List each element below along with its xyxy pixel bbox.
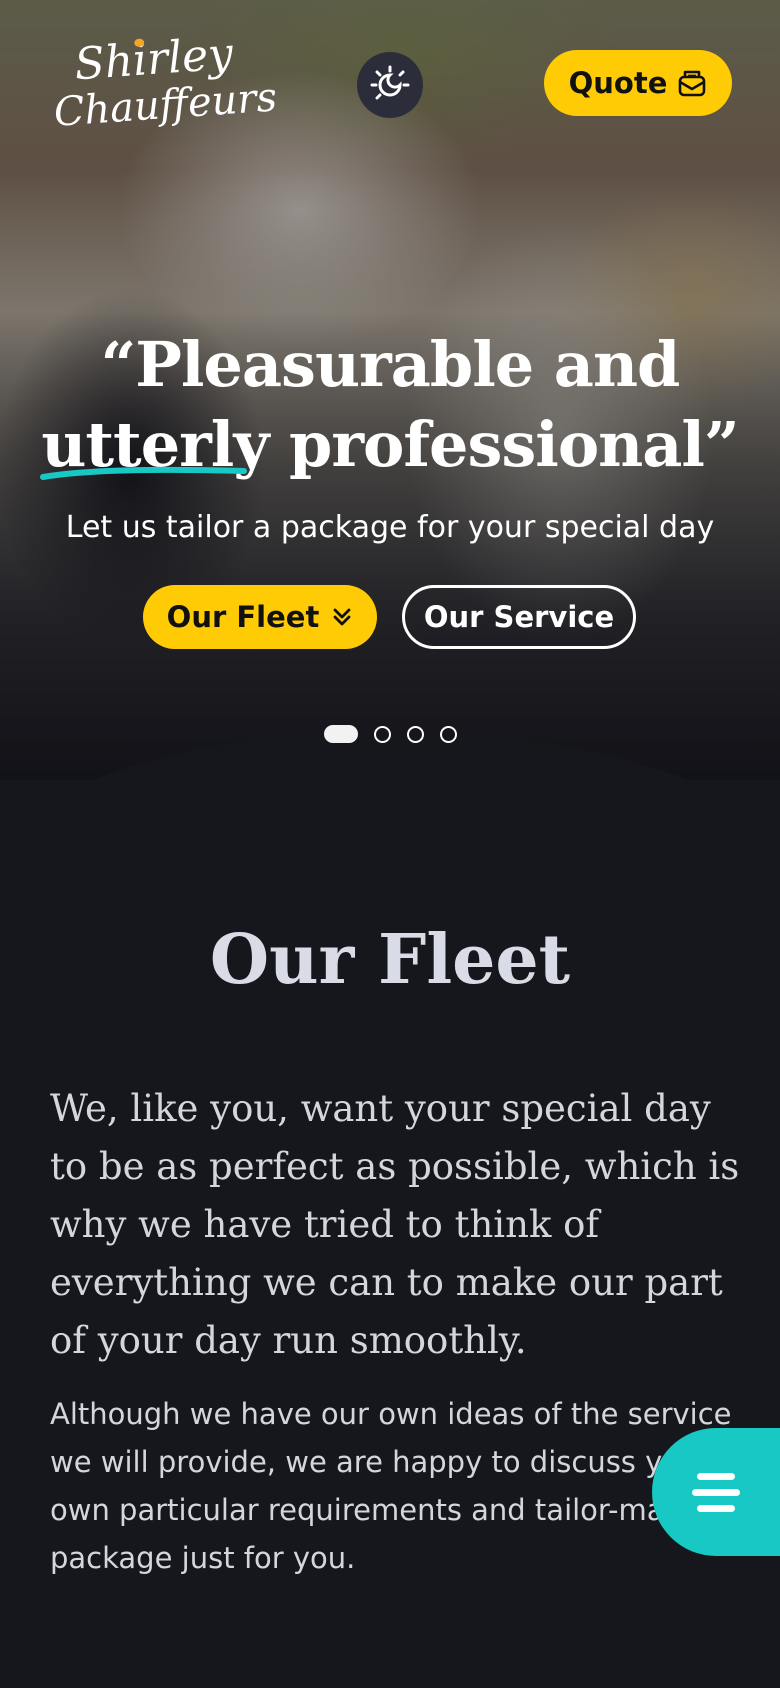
envelope-icon xyxy=(679,70,706,97)
our-service-button[interactable]: Our Service xyxy=(402,585,636,649)
hero-carousel: Shirley Chauffeurs Quote “Pleasurable an… xyxy=(0,0,780,780)
carousel-dot-3[interactable] xyxy=(407,725,424,743)
lead-paragraph: We, like you, want your special day to b… xyxy=(50,1087,740,1362)
section-title: Our Fleet xyxy=(209,920,571,1000)
headline-line2: professional” xyxy=(268,408,740,481)
our-service-label: Our Service xyxy=(423,600,615,634)
sun-moon-icon xyxy=(370,65,410,100)
underline-stroke xyxy=(40,466,248,480)
quote-button-label: Quote xyxy=(568,66,668,100)
carousel-dot-2[interactable] xyxy=(374,725,391,743)
headline-line1: “Pleasurable and xyxy=(100,328,681,401)
theme-toggle-button[interactable] xyxy=(357,52,423,118)
double-chevron-down-icon xyxy=(333,608,351,626)
carousel-dot-4[interactable] xyxy=(440,725,457,743)
hamburger-icon xyxy=(692,1472,740,1512)
carousel-dots xyxy=(324,725,457,743)
hero-headline: “Pleasurable and utterly professional” xyxy=(0,325,780,485)
body-paragraph: Although we have our own ideas of the se… xyxy=(50,1397,732,1575)
menu-button[interactable] xyxy=(652,1428,780,1556)
quote-button[interactable]: Quote xyxy=(544,50,732,116)
our-fleet-button[interactable]: Our Fleet xyxy=(143,585,377,649)
our-fleet-label: Our Fleet xyxy=(166,600,320,634)
logo[interactable]: Shirley Chauffeurs xyxy=(49,28,278,136)
hero-subline: Let us tailor a package for your special… xyxy=(65,510,715,545)
headline-underlined-word: utterly xyxy=(40,405,269,485)
carousel-dot-1[interactable] xyxy=(324,725,358,743)
